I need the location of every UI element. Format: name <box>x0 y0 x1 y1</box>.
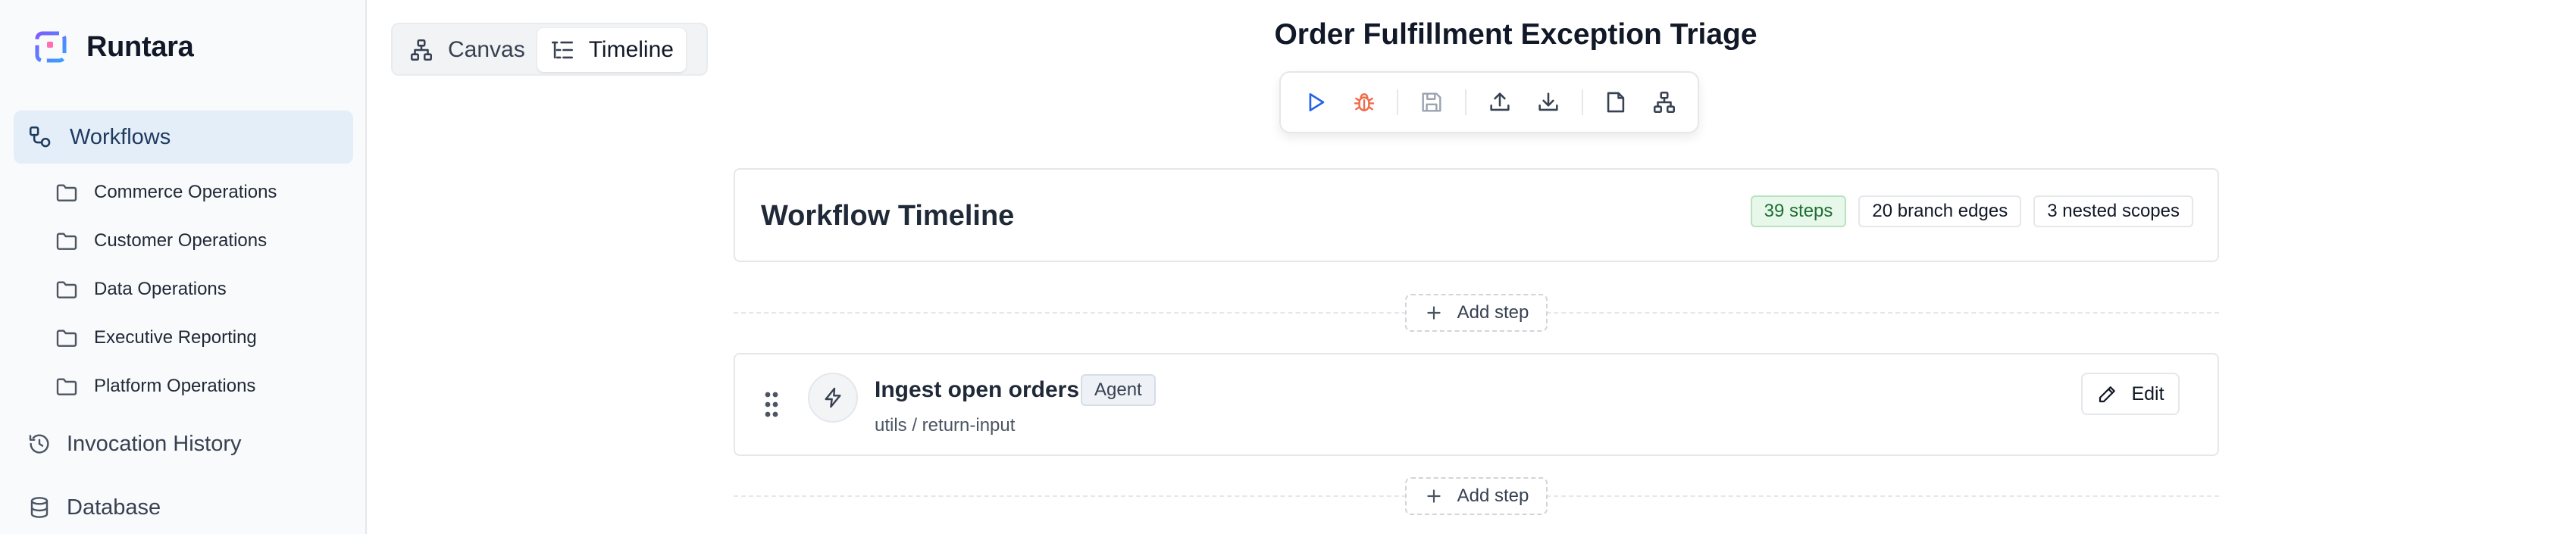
tab-label: Canvas <box>448 37 525 62</box>
step-card[interactable]: Ingest open orders Agent utils / return-… <box>734 353 2219 456</box>
timeline-stats: 39 steps 20 branch edges 3 nested scopes <box>1739 195 2193 227</box>
step-subtitle: utils / return-input <box>875 415 1016 436</box>
folder-label: Customer Operations <box>94 230 268 251</box>
workflow-toolbar <box>1279 71 1699 133</box>
folder-icon <box>56 184 77 201</box>
save-button[interactable] <box>1416 87 1447 117</box>
save-icon <box>1422 92 1441 112</box>
plus-icon <box>1426 306 1441 320</box>
steps-badge: 39 steps <box>1750 195 1847 227</box>
folder-label: Platform Operations <box>94 376 256 396</box>
run-button[interactable] <box>1301 87 1331 117</box>
app-name: Runtara <box>86 30 194 63</box>
folder-customer-operations[interactable]: Customer Operations <box>55 217 350 265</box>
database-icon <box>30 497 49 518</box>
folder-label: Executive Reporting <box>94 327 257 348</box>
step-title: Ingest open orders <box>875 377 1080 402</box>
play-icon <box>1309 93 1325 111</box>
drag-handle-icon[interactable] <box>764 391 779 418</box>
folder-data-operations[interactable]: Data Operations <box>55 265 350 314</box>
import-button[interactable] <box>1533 87 1563 117</box>
timeline-title: Workflow Timeline <box>761 200 1015 232</box>
history-icon <box>29 434 49 454</box>
view-toggle: Canvas Timeline <box>391 23 708 76</box>
runtara-logo-icon <box>35 31 67 63</box>
sidebar-item-database[interactable]: Database <box>27 486 161 529</box>
workflow-timeline-header: Workflow Timeline 39 steps 20 branch edg… <box>734 168 2219 262</box>
layout-button[interactable] <box>1649 87 1679 117</box>
folder-icon <box>56 281 77 298</box>
document-button[interactable] <box>1601 87 1632 117</box>
file-icon <box>1607 92 1625 113</box>
folder-icon <box>56 378 77 395</box>
folder-label: Commerce Operations <box>94 182 277 202</box>
add-step-button[interactable]: Add step <box>1405 294 1548 332</box>
add-step-label: Add step <box>1457 486 1529 506</box>
folder-platform-operations[interactable]: Platform Operations <box>55 362 350 411</box>
add-step-row: Add step <box>734 294 2219 332</box>
plus-icon <box>1426 489 1441 503</box>
add-step-label: Add step <box>1457 302 1529 323</box>
edit-label: Edit <box>2131 383 2164 404</box>
workflow-icon <box>29 126 51 148</box>
hierarchy-icon <box>1654 91 1676 114</box>
toolbar-divider <box>1581 89 1583 115</box>
step-type-icon <box>808 373 858 423</box>
nested-scopes-badge: 3 nested scopes <box>2033 195 2193 227</box>
branch-edges-badge: 20 branch edges <box>1858 195 2022 227</box>
tab-timeline[interactable]: Timeline <box>537 28 686 72</box>
folder-icon <box>56 233 77 250</box>
add-step-button[interactable]: Add step <box>1405 477 1548 515</box>
sidebar-item-label: Workflows <box>70 124 171 149</box>
debug-button[interactable] <box>1349 87 1379 117</box>
folder-commerce-operations[interactable]: Commerce Operations <box>55 168 350 217</box>
brand[interactable]: Runtara <box>35 27 194 67</box>
download-icon <box>1538 92 1558 111</box>
sidebar-item-label: Database <box>67 495 161 520</box>
folder-label: Data Operations <box>94 279 227 299</box>
add-step-row: Add step <box>734 477 2219 515</box>
folder-icon <box>56 329 77 347</box>
tab-canvas[interactable]: Canvas <box>396 28 537 72</box>
lightning-icon <box>825 387 841 408</box>
sidebar-item-label: Invocation History <box>67 431 242 456</box>
canvas-icon <box>410 39 433 61</box>
sidebar-item-invocation-history[interactable]: Invocation History <box>27 423 242 465</box>
upload-icon <box>1490 92 1510 111</box>
folder-executive-reporting[interactable]: Executive Reporting <box>55 314 350 362</box>
export-button[interactable] <box>1485 87 1515 117</box>
edit-step-button[interactable]: Edit <box>2081 373 2180 415</box>
sidebar: Runtara Workflows Commerce Operations Cu… <box>0 0 367 534</box>
toolbar-divider <box>1465 89 1467 115</box>
page-title: Order Fulfillment Exception Triage <box>1274 18 1758 51</box>
folder-list: Commerce Operations Customer Operations … <box>55 168 350 411</box>
timeline-icon <box>551 41 573 59</box>
pencil-icon <box>2099 386 2116 403</box>
sidebar-item-workflows[interactable]: Workflows <box>14 111 353 164</box>
step-type-badge: Agent <box>1081 374 1156 406</box>
debug-icon <box>1354 93 1374 111</box>
toolbar-divider <box>1397 89 1399 115</box>
tab-label: Timeline <box>588 37 674 62</box>
